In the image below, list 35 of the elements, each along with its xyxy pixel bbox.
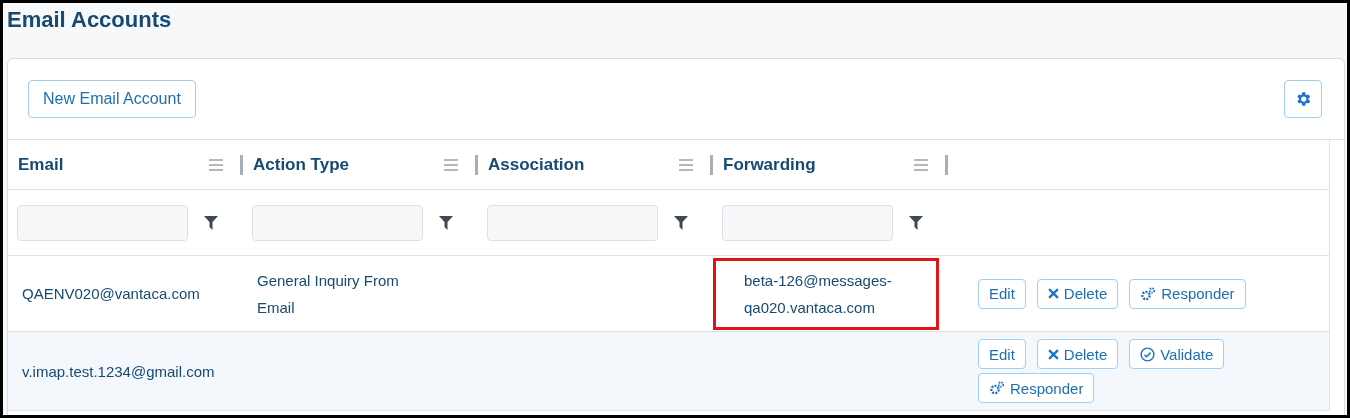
edit-button[interactable]: Edit	[978, 278, 1026, 309]
filter-icon[interactable]	[909, 214, 923, 231]
column-header[interactable]: Forwarding	[723, 154, 913, 175]
menu-icon[interactable]	[443, 157, 459, 172]
filter-icon[interactable]	[674, 214, 688, 231]
new-email-account-button[interactable]: New Email Account	[28, 80, 196, 118]
responder-button[interactable]: Responder	[978, 373, 1095, 403]
filter-field[interactable]	[487, 204, 658, 241]
filter-field[interactable]	[722, 204, 893, 241]
settings-button[interactable]	[1284, 80, 1322, 118]
table-cell-text: QAENV020@vantaca.com	[22, 284, 200, 304]
column-header[interactable]: Action Type	[253, 154, 443, 175]
filter-field[interactable]	[17, 204, 188, 241]
menu-icon[interactable]	[208, 157, 224, 172]
delete-button[interactable]: Delete	[1036, 339, 1119, 369]
column-header[interactable]: Association	[488, 154, 678, 175]
edit-button[interactable]: Edit	[978, 339, 1026, 369]
gears-icon	[1140, 286, 1157, 301]
responder-button[interactable]: Responder	[1129, 278, 1246, 309]
menu-icon[interactable]	[678, 157, 694, 172]
page-title: Email Accounts	[6, 6, 173, 34]
filter-field[interactable]	[252, 204, 423, 241]
table-cell-text: beta-126@messages-qa020.vantaca.com	[744, 270, 893, 318]
column-header[interactable]: Email	[18, 154, 208, 175]
close-icon	[1047, 288, 1059, 299]
filter-icon[interactable]	[439, 214, 453, 231]
filter-icon[interactable]	[204, 214, 218, 231]
delete-button[interactable]: Delete	[1036, 278, 1119, 309]
table-cell-text: v.imap.test.1234@gmail.com	[22, 361, 215, 382]
close-icon	[1047, 348, 1059, 360]
check-circle-icon	[1140, 346, 1156, 362]
validate-button[interactable]: Validate	[1129, 339, 1225, 369]
gears-icon	[989, 381, 1005, 395]
table-cell-text: General Inquiry From Email	[257, 270, 400, 318]
menu-icon[interactable]	[913, 157, 929, 172]
